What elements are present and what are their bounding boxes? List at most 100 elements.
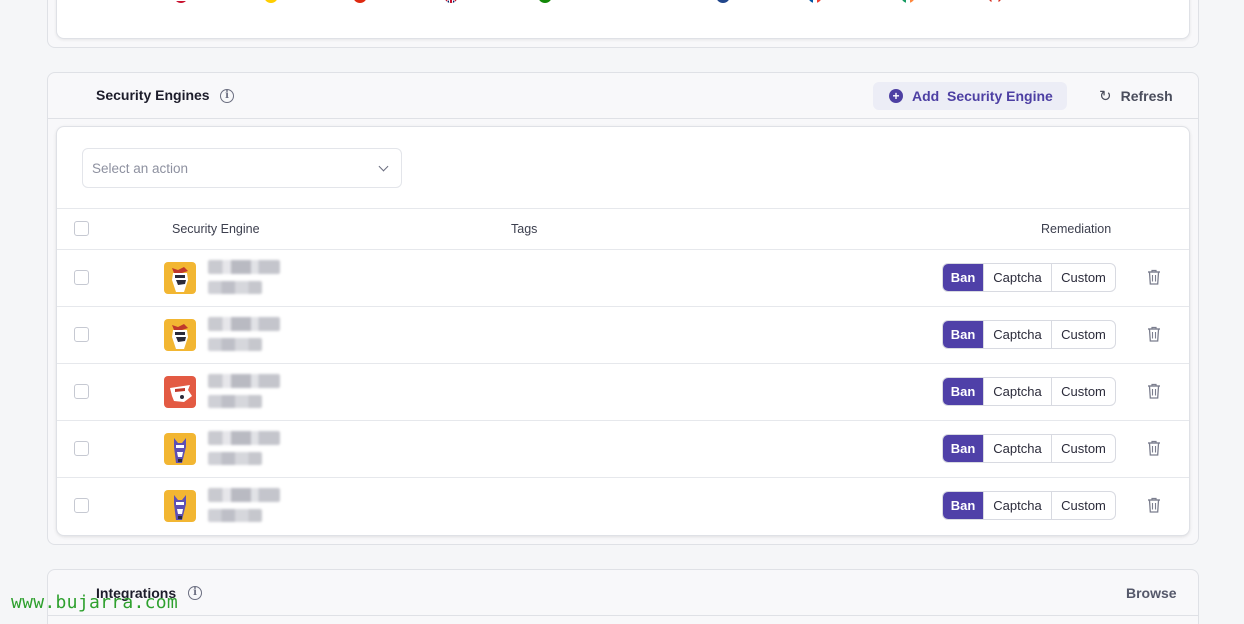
row-checkbox[interactable]: [74, 384, 89, 399]
remediation-custom-button[interactable]: Custom: [1051, 321, 1115, 348]
row-checkbox[interactable]: [74, 441, 89, 456]
remediation-ban-button[interactable]: Ban: [943, 492, 983, 519]
redacted-engine-name: [208, 317, 280, 331]
security-engines-card: Security Engines i + Add Security Engine…: [47, 72, 1199, 545]
remediation-captcha-button[interactable]: Captcha: [983, 378, 1051, 405]
country-label: US: [192, 0, 210, 3]
country-in: IN: [538, 0, 569, 3]
browse-button[interactable]: Browse: [1126, 585, 1177, 601]
redacted-engine-id: [208, 395, 262, 408]
yellow-mascot-icon: [164, 319, 196, 351]
country-sg: SG: [625, 0, 662, 3]
country-us: US: [174, 0, 210, 3]
flag-nl-icon: [716, 0, 730, 3]
add-security-engine-label: Add Security Engine: [912, 88, 1053, 104]
country-cn: CN: [353, 0, 390, 3]
redacted-engine-id: [208, 509, 262, 522]
info-icon[interactable]: i: [188, 586, 202, 600]
flag-de-icon: [264, 0, 278, 3]
red-mascot-icon: [164, 376, 196, 408]
info-icon[interactable]: i: [220, 89, 234, 103]
remediation-captcha-button[interactable]: Captcha: [983, 321, 1051, 348]
remediation-toggle: Ban Captcha Custom: [942, 377, 1116, 406]
refresh-button[interactable]: ↻ Refresh: [1099, 87, 1173, 105]
country-label: FR: [826, 0, 843, 3]
flag-sg-icon: [625, 0, 639, 3]
remediation-ban-button[interactable]: Ban: [943, 264, 983, 291]
country-ca: CA: [988, 0, 1024, 3]
remediation-custom-button[interactable]: Custom: [1051, 264, 1115, 291]
trash-icon[interactable]: [1147, 497, 1161, 513]
row-checkbox[interactable]: [74, 498, 89, 513]
remediation-toggle: Ban Captcha Custom: [942, 320, 1116, 349]
integrations-card: Integrations i Browse: [47, 569, 1199, 624]
country-label: IN: [556, 0, 569, 3]
watermark: www.bujarra.com: [11, 592, 179, 613]
column-header-security-engine: Security Engine: [172, 222, 260, 236]
select-all-checkbox[interactable]: [74, 221, 89, 236]
country-label: Others: [1078, 0, 1117, 3]
column-header-tags: Tags: [511, 222, 538, 236]
redacted-engine-name: [208, 488, 280, 502]
flag-ca-icon: [988, 0, 1002, 3]
remediation-ban-button[interactable]: Ban: [943, 321, 983, 348]
trash-icon[interactable]: [1147, 269, 1161, 285]
purple-mascot-icon: [164, 433, 196, 465]
divider: [48, 615, 1198, 616]
flag-in-icon: [538, 0, 552, 3]
remediation-custom-button[interactable]: Custom: [1051, 435, 1115, 462]
trash-icon[interactable]: [1147, 440, 1161, 456]
table-row: Ban Captcha Custom: [57, 250, 1189, 307]
country-gb: GB: [444, 0, 481, 3]
table-row: Ban Captcha Custom: [57, 421, 1189, 478]
country-label: NL: [734, 0, 751, 3]
remediation-toggle: Ban Captcha Custom: [942, 491, 1116, 520]
yellow-mascot-icon: [164, 262, 196, 294]
trash-icon[interactable]: [1147, 383, 1161, 399]
plus-circle-icon: +: [889, 89, 903, 103]
redacted-engine-id: [208, 338, 262, 351]
country-fr: FR: [808, 0, 843, 3]
add-security-engine-button[interactable]: + Add Security Engine: [873, 82, 1067, 110]
remediation-captcha-button[interactable]: Captcha: [983, 264, 1051, 291]
column-header-remediation: Remediation: [1041, 222, 1112, 236]
row-checkbox[interactable]: [74, 270, 89, 285]
redacted-engine-name: [208, 374, 280, 388]
country-label: GB: [462, 0, 481, 3]
redacted-engine-name: [208, 431, 280, 445]
action-select[interactable]: Select an action: [82, 148, 402, 188]
remediation-custom-button[interactable]: Custom: [1051, 492, 1115, 519]
country-label: CN: [371, 0, 390, 3]
table-row: Ban Captcha Custom: [57, 478, 1189, 535]
redacted-engine-id: [208, 452, 262, 465]
security-engines-title: Security Engines: [96, 87, 210, 103]
redacted-engine-name: [208, 260, 280, 274]
row-checkbox[interactable]: [74, 327, 89, 342]
remediation-custom-button[interactable]: Custom: [1051, 378, 1115, 405]
security-engines-table-panel: Select an action Security Engine Tags Re…: [56, 126, 1190, 536]
remediation-toggle: Ban Captcha Custom: [942, 263, 1116, 292]
country-ie: IE: [901, 0, 931, 3]
flag-us-icon: [174, 0, 188, 3]
country-label: IE: [919, 0, 931, 3]
country-label: SG: [643, 0, 662, 3]
country-label: DE: [282, 0, 300, 3]
remediation-captcha-button[interactable]: Captcha: [983, 492, 1051, 519]
flag-gb-icon: [444, 0, 458, 3]
table-row: Ban Captcha Custom: [57, 364, 1189, 421]
country-others: Others: [1078, 0, 1117, 3]
country-label: CA: [1006, 0, 1024, 3]
refresh-label: Refresh: [1120, 88, 1173, 104]
table-row: Ban Captcha Custom: [57, 307, 1189, 364]
trash-icon[interactable]: [1147, 326, 1161, 342]
action-select-placeholder: Select an action: [92, 160, 189, 176]
refresh-icon: ↻: [1099, 88, 1112, 105]
remediation-captcha-button[interactable]: Captcha: [983, 435, 1051, 462]
country-distribution-card: US DE CN GB IN SG NL FR IE CA Others: [47, 0, 1199, 48]
remediation-toggle: Ban Captcha Custom: [942, 434, 1116, 463]
flag-ie-icon: [901, 0, 915, 3]
remediation-ban-button[interactable]: Ban: [943, 435, 983, 462]
flag-cn-icon: [353, 0, 367, 3]
remediation-ban-button[interactable]: Ban: [943, 378, 983, 405]
flag-fr-icon: [808, 0, 822, 3]
